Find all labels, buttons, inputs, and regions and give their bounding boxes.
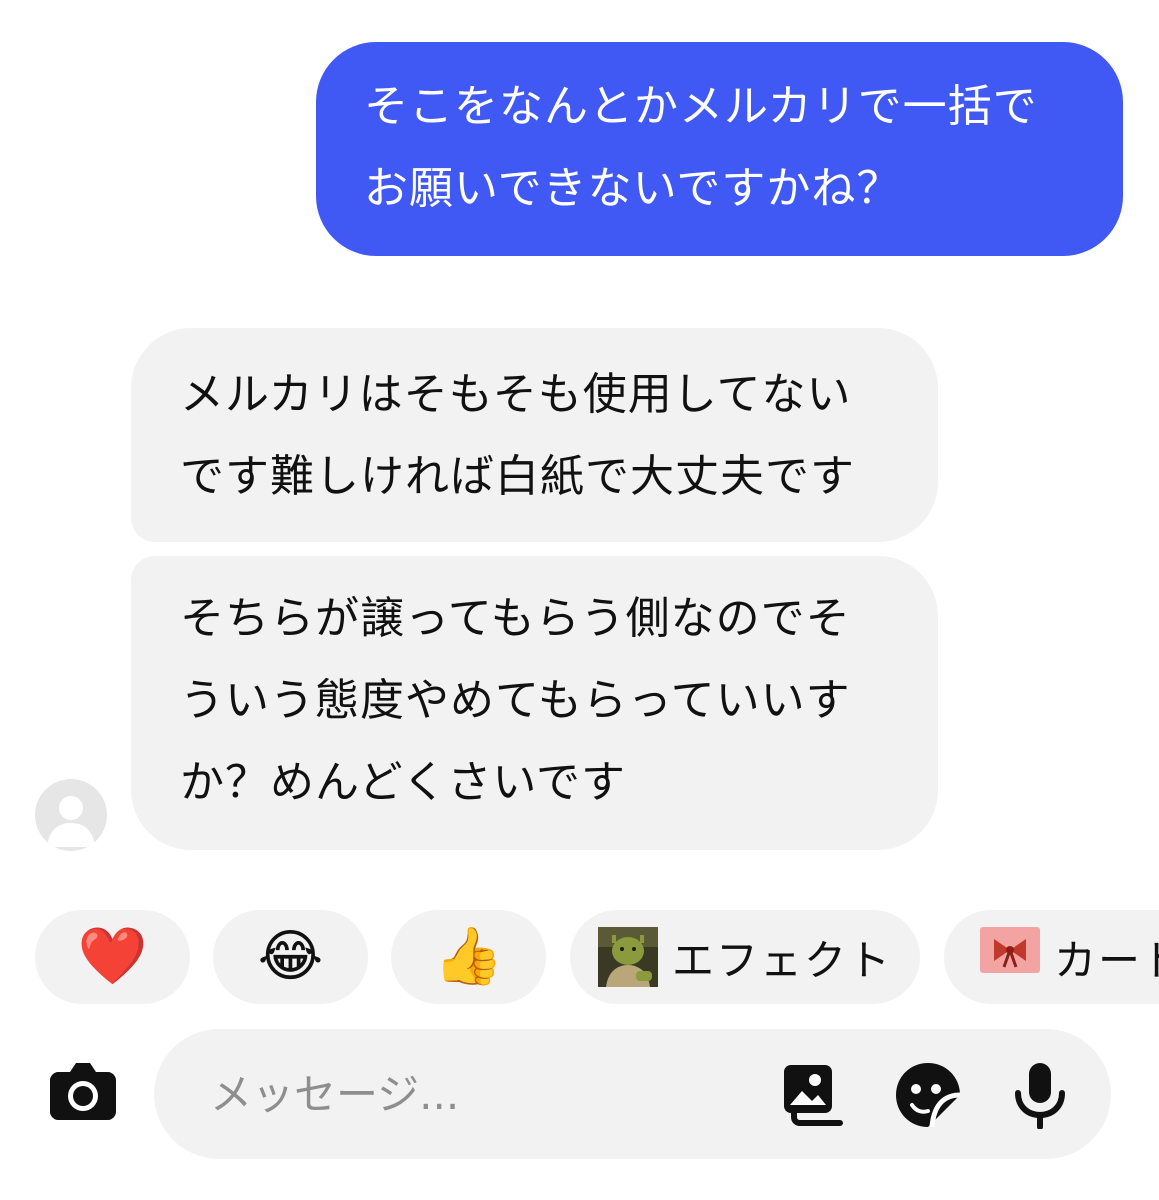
heart-icon: ❤️ bbox=[77, 924, 148, 989]
reaction-heart-button[interactable]: ❤️ bbox=[35, 910, 190, 1004]
effect-thumbnail-icon bbox=[597, 927, 658, 987]
tears-of-joy-icon: 😂 bbox=[257, 924, 324, 989]
sticker-icon bbox=[896, 1063, 961, 1128]
incoming-message-bubble[interactable]: そちらが譲ってもらう側なのでそ ういう態度やめてもらっていいす か？めんどくさい… bbox=[131, 556, 938, 850]
camera-button[interactable] bbox=[48, 1058, 118, 1122]
avatar-placeholder-icon bbox=[47, 796, 95, 847]
gift-card-icon bbox=[980, 927, 1040, 987]
chat-screen: そこをなんとかメルカリで一括で お願いできないですかね？ メルカリはそもそも使用… bbox=[0, 0, 1159, 1200]
message-input[interactable] bbox=[210, 1059, 770, 1129]
reaction-thumbs-up-button[interactable]: 👍 bbox=[391, 910, 546, 1004]
effect-label: エフェクト bbox=[671, 935, 892, 985]
microphone-icon bbox=[1015, 1063, 1065, 1130]
effect-button[interactable]: エフェクト bbox=[570, 910, 920, 1004]
thumbs-up-icon: 👍 bbox=[433, 924, 504, 989]
camera-icon bbox=[50, 1063, 116, 1120]
reaction-laugh-button[interactable]: 😂 bbox=[213, 910, 368, 1004]
incoming-message-bubble[interactable]: メルカリはそもそも使用してない です難しければ白紙で大丈夫です bbox=[131, 328, 938, 542]
message-composer bbox=[154, 1029, 1111, 1159]
gallery-icon bbox=[784, 1065, 843, 1126]
outgoing-message-bubble[interactable]: そこをなんとかメルカリで一括で お願いできないですかね？ bbox=[316, 42, 1123, 256]
sender-avatar[interactable] bbox=[35, 779, 107, 851]
gallery-button[interactable] bbox=[780, 1061, 848, 1129]
card-button[interactable]: カード bbox=[944, 910, 1159, 1004]
sticker-button[interactable] bbox=[894, 1061, 962, 1129]
card-label: カード bbox=[1054, 935, 1159, 985]
voice-message-button[interactable] bbox=[1006, 1061, 1074, 1130]
